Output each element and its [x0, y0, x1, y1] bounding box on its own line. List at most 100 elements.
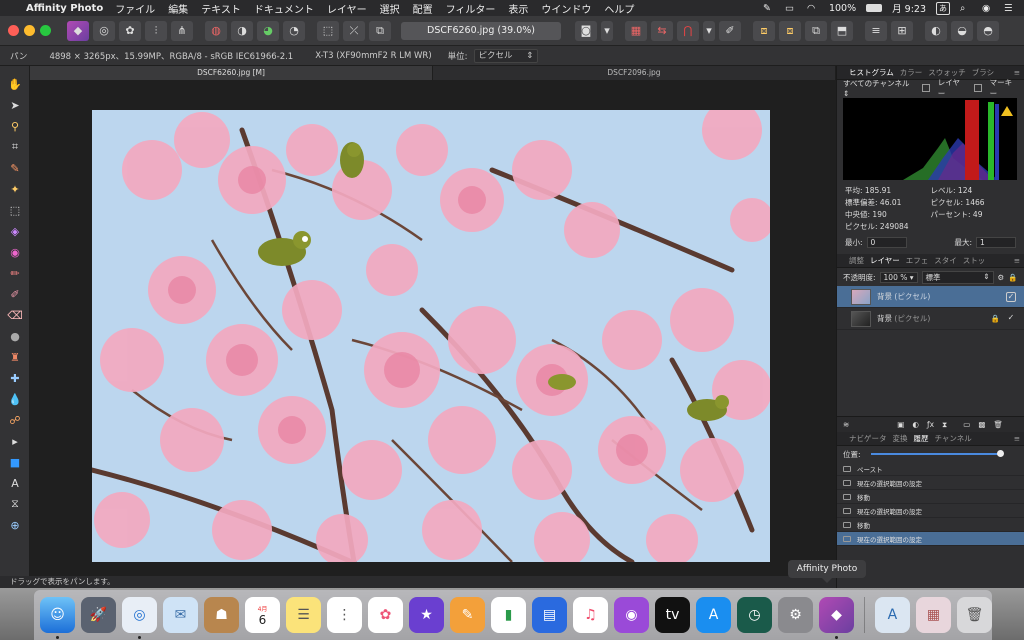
flood-fill-tool-icon[interactable]: ◈ — [5, 223, 25, 239]
layer-checkbox[interactable] — [922, 84, 930, 92]
imovie-icon[interactable]: ★ — [409, 597, 444, 633]
auto-colors-icon[interactable]: ◕ — [257, 20, 279, 41]
pen-icon[interactable]: ✎ — [763, 3, 775, 14]
history-item[interactable]: 現在の選択範囲の設定 — [837, 476, 1024, 490]
wifi-icon[interactable]: ◠ — [807, 3, 819, 14]
trash-icon[interactable]: 🗑 — [956, 597, 992, 633]
safari-icon[interactable]: ◎ — [122, 597, 157, 639]
crop-tool-icon[interactable]: ⌗ — [5, 139, 25, 155]
menu-view[interactable]: 表示 — [508, 1, 528, 16]
selection-brush-tool-icon[interactable]: ✎ — [5, 160, 25, 176]
erase-brush-tool-icon[interactable]: ⌫ — [5, 307, 25, 323]
smudge-tool-icon[interactable]: ☍ — [5, 412, 25, 428]
assistant-icon[interactable]: ▦ — [625, 20, 647, 41]
view-mode-icon[interactable]: ⇆ — [651, 20, 673, 41]
tab-history[interactable]: 履歴 — [914, 433, 929, 444]
zoom-window-button[interactable] — [40, 25, 51, 36]
podcasts-icon[interactable]: ◉ — [614, 597, 649, 633]
menu-layer[interactable]: レイヤー — [327, 1, 367, 16]
arrange-top-icon[interactable]: ⬒ — [831, 20, 853, 41]
align-icon[interactable]: ≡ — [865, 20, 887, 41]
tab-channels[interactable]: チャンネル — [935, 433, 972, 444]
history-item[interactable]: 現在の選択範囲の設定 — [837, 504, 1024, 518]
photo-canvas[interactable] — [92, 110, 770, 562]
min-input[interactable]: 0 — [866, 237, 907, 248]
spotlight-icon[interactable]: ⌕ — [960, 3, 972, 14]
channel-select[interactable]: すべてのチャンネル ⇕ — [843, 78, 914, 98]
keynote-icon[interactable]: ▤ — [532, 597, 567, 633]
history-slider[interactable] — [870, 450, 1004, 457]
finder-icon[interactable]: ☺ — [40, 597, 75, 639]
marquee-tool-icon[interactable]: ⬚ — [5, 202, 25, 218]
delete-layer-icon[interactable]: 🗑 — [993, 420, 1003, 429]
menu-text[interactable]: テキスト — [201, 1, 241, 16]
max-input[interactable]: 1 — [976, 237, 1016, 248]
battery-icon[interactable] — [866, 4, 883, 12]
unit-select[interactable]: ピクセル ⇕ — [473, 48, 538, 63]
layer-stack-icon[interactable]: ≋ — [843, 420, 849, 429]
apple-tv-icon[interactable]: tv — [655, 597, 690, 633]
history-item[interactable]: 移動 — [837, 490, 1024, 504]
gradient-tool-icon[interactable]: ◉ — [5, 244, 25, 260]
input-mode[interactable]: あ — [936, 1, 950, 15]
auto-contrast-icon[interactable]: ◑ — [231, 20, 253, 41]
auto-white-balance-icon[interactable]: ◔ — [283, 20, 305, 41]
arrange-front-icon[interactable]: ⧉ — [805, 20, 827, 41]
blend-mode-select[interactable]: 標準 ⇕ — [921, 270, 994, 284]
music-icon[interactable]: ♫ — [573, 597, 608, 633]
invert-selection-icon[interactable]: ⧉ — [369, 20, 391, 41]
clone-tool-icon[interactable]: ♜ — [5, 349, 25, 365]
dodge-tool-icon[interactable]: ● — [5, 328, 25, 344]
history-item-current[interactable]: 現在の選択範囲の設定 — [837, 532, 1024, 546]
canvas-area[interactable] — [30, 80, 836, 576]
quick-mask-dropdown-icon[interactable]: ▾ — [601, 20, 613, 41]
notes-icon[interactable]: ☰ — [286, 597, 321, 633]
tab-styles[interactable]: スタイ — [934, 255, 957, 266]
pen-tool-icon[interactable]: ▸ — [5, 433, 25, 449]
quick-mask-icon[interactable]: ◙ — [575, 20, 597, 41]
reminders-icon[interactable]: ⋮ — [327, 597, 362, 633]
downloads-stack-icon[interactable]: ▦ — [915, 597, 951, 633]
color-replacement-tool-icon[interactable]: ✐ — [5, 286, 25, 302]
blur-brush-tool-icon[interactable]: 💧 — [5, 391, 25, 407]
opacity-input[interactable]: 100 % ▾ — [879, 271, 918, 283]
affinity-photo-icon[interactable]: ◆ — [819, 597, 854, 639]
layer-visibility-checkbox[interactable]: ✓ — [1006, 291, 1016, 302]
calendar-icon[interactable]: 4月 6 — [245, 597, 280, 633]
tab-dscf6260[interactable]: DSCF6260.jpg [M] — [30, 66, 433, 80]
panel-menu-icon[interactable]: ≡ — [1014, 434, 1020, 443]
menu-select[interactable]: 選択 — [380, 1, 400, 16]
arrange-back-icon[interactable]: ⧈ — [753, 20, 775, 41]
close-window-button[interactable] — [8, 25, 19, 36]
menu-arrange[interactable]: 配置 — [413, 1, 433, 16]
numbers-icon[interactable]: ▮ — [491, 597, 526, 633]
deselect-icon[interactable]: ⤫ — [343, 20, 365, 41]
history-item[interactable]: 移動 — [837, 518, 1024, 532]
add-fx-icon[interactable]: ƒx — [927, 420, 934, 429]
move-tool-icon[interactable]: ➤ — [5, 97, 25, 113]
panel-menu-icon[interactable]: ≡ — [1014, 68, 1020, 77]
boolean-intersect-icon[interactable]: ◓ — [977, 20, 999, 41]
add-mask-icon[interactable]: ▣ — [897, 420, 904, 429]
history-slider-thumb[interactable] — [996, 450, 1004, 457]
marquee-select-icon[interactable]: ⬚ — [317, 20, 339, 41]
photo-persona-icon[interactable]: ◆ — [67, 20, 89, 41]
menu-document[interactable]: ドキュメント — [254, 1, 314, 16]
menu-filters[interactable]: フィルター — [446, 1, 496, 16]
menu-edit[interactable]: 編集 — [168, 1, 188, 16]
color-picker-tool-icon[interactable]: ⚲ — [5, 118, 25, 134]
tab-transform[interactable]: 変換 — [893, 433, 908, 444]
photos-icon[interactable]: ✿ — [368, 597, 403, 633]
settings-gear-icon[interactable]: ⚙ — [998, 273, 1005, 282]
app-menu[interactable]: Affinity Photo — [26, 3, 103, 14]
view-tool-icon[interactable]: ✋ — [5, 76, 25, 92]
tab-dscf2096[interactable]: DSCF2096.jpg — [433, 66, 836, 80]
tab-stock[interactable]: ストッ — [963, 255, 986, 266]
mask-brush-icon[interactable]: ✐ — [719, 20, 741, 41]
auto-levels-icon[interactable]: ◍ — [205, 20, 227, 41]
menu-window[interactable]: ウインドウ — [541, 1, 591, 16]
time-machine-icon[interactable]: ◷ — [737, 597, 772, 633]
tab-histogram[interactable]: ヒストグラム — [849, 67, 894, 78]
tone-mapping-persona-icon[interactable]: ⫶ — [145, 20, 167, 41]
lock-icon[interactable]: 🔒 — [1008, 273, 1017, 282]
